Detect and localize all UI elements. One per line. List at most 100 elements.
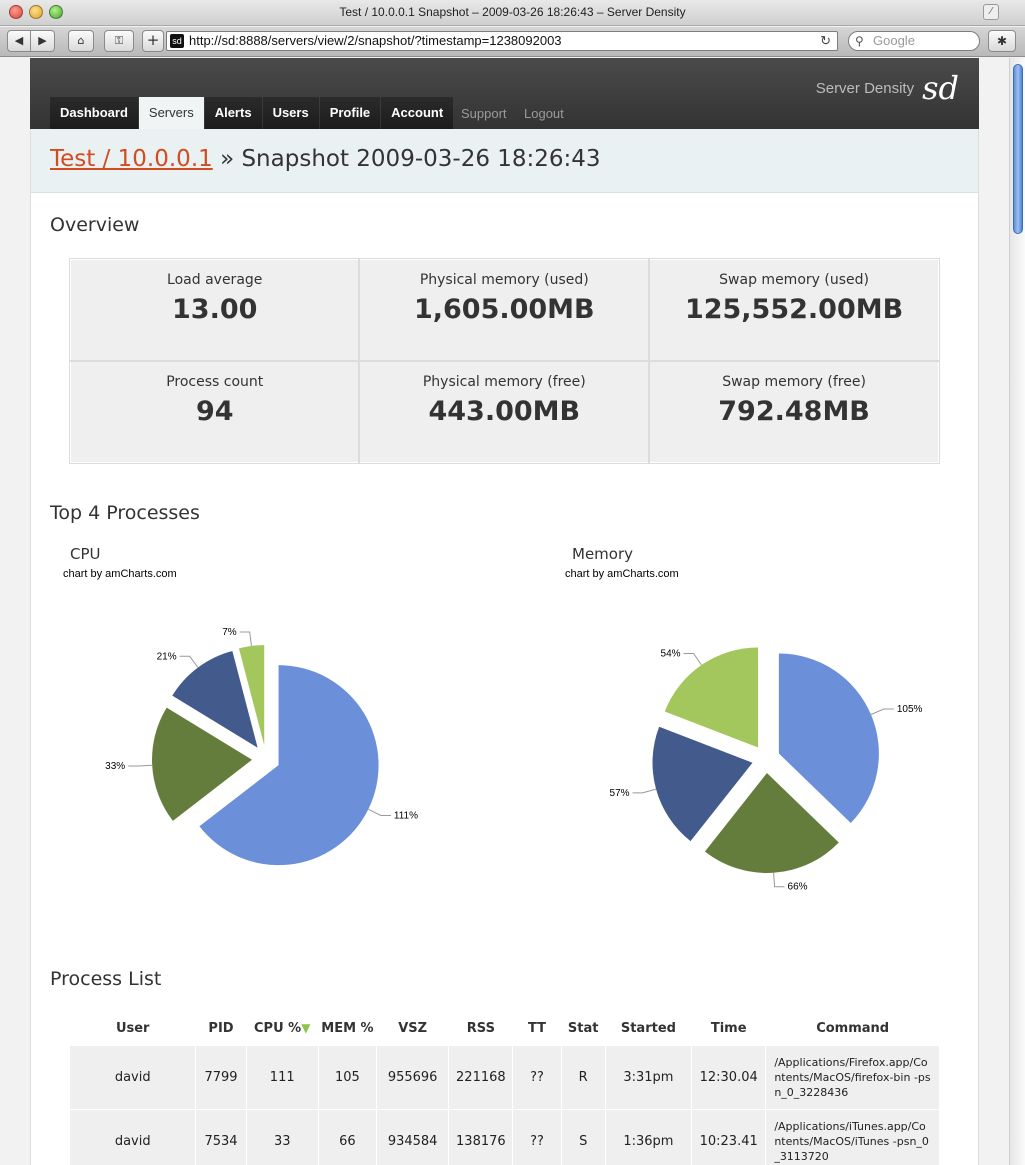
back-arrow-icon: ◀: [14, 34, 24, 47]
brand-name: Server Density: [815, 79, 915, 97]
browser-toolbar: ◀ ▶ ⌂ ⚿ + sd http://sd:8888/servers/view…: [0, 27, 1025, 57]
forward-button[interactable]: ▶: [31, 30, 55, 52]
cell-user: david: [68, 1108, 197, 1165]
page-title: Test / 10.0.0.1 » Snapshot 2009-03-26 18…: [50, 146, 601, 172]
cpu-chart-title: CPU: [70, 545, 101, 563]
scrollbar-thumb[interactable]: [1013, 64, 1023, 234]
metric-label: Swap memory (free): [722, 374, 866, 390]
table-row: david 7799 111 105 955696 221168 ?? R 3:…: [68, 1044, 940, 1110]
cpu-chart-credit-link[interactable]: chart by amCharts.com: [63, 568, 177, 580]
cpu-pie-label-3: 7%: [222, 627, 237, 638]
brand[interactable]: Server Density sd: [816, 72, 959, 104]
metric-label: Swap memory (used): [719, 272, 869, 288]
cell-time: 12:30.04: [691, 1044, 767, 1110]
cell-started: 3:31pm: [604, 1044, 693, 1110]
cell-vsz: 934584: [376, 1108, 450, 1165]
cell-pid: 7799: [195, 1044, 247, 1110]
search-input[interactable]: ⚲ Google: [848, 31, 980, 51]
process-list-heading: Process List: [50, 968, 162, 990]
column-header-stat[interactable]: Stat: [561, 1013, 605, 1045]
memory-chart-credit-link[interactable]: chart by amCharts.com: [565, 568, 679, 580]
cpu-pie-label-1: 33%: [105, 761, 125, 772]
process-table-header: User PID CPU %▼ MEM % VSZ RSS TT Stat St…: [70, 1013, 940, 1045]
page-viewport: Dashboard Servers Alerts Users Profile A…: [0, 58, 1009, 1165]
nav-servers[interactable]: Servers: [138, 97, 204, 129]
nav-profile[interactable]: Profile: [319, 97, 381, 129]
cell-mem: 105: [317, 1044, 378, 1110]
metric-value: 443.00MB: [428, 396, 581, 427]
metric-label: Process count: [166, 374, 264, 390]
cpu-pie-chart: 111% 33% 21% 7%: [105, 627, 418, 866]
home-button[interactable]: ⌂: [68, 30, 94, 52]
cell-rss: 221168: [448, 1044, 514, 1110]
memory-pie-label-2: 57%: [610, 788, 630, 799]
cell-pid: 7534: [195, 1108, 247, 1165]
bug-report-button[interactable]: ✱: [988, 30, 1016, 52]
column-header-command[interactable]: Command: [766, 1013, 940, 1045]
column-header-pid[interactable]: PID: [196, 1013, 246, 1045]
cell-tt: ??: [512, 1108, 562, 1165]
metric-label: Physical memory (used): [419, 272, 589, 288]
passwords-button[interactable]: ⚿: [104, 30, 134, 52]
home-icon: ⌂: [77, 34, 85, 47]
support-link[interactable]: Support: [461, 106, 507, 121]
metric-label: Load average: [167, 272, 263, 288]
brand-logo-icon: sd: [922, 69, 959, 107]
nav-alerts[interactable]: Alerts: [204, 97, 262, 129]
cell-user: david: [68, 1044, 197, 1110]
column-header-cpu-label: CPU %: [254, 1021, 302, 1037]
memory-pie-leader-line-0: [870, 708, 894, 715]
metric-swap-used: Swap memory (used) 125,552.00MB: [648, 258, 940, 362]
overview-grid: Load average 13.00 Physical memory (used…: [68, 258, 940, 464]
server-breadcrumb-link[interactable]: Test / 10.0.0.1: [50, 146, 213, 172]
nav-account[interactable]: Account: [381, 97, 454, 129]
column-header-time[interactable]: Time: [692, 1013, 766, 1045]
add-bookmark-button[interactable]: +: [142, 30, 164, 52]
vertical-scrollbar[interactable]: [1009, 58, 1025, 1165]
process-table: User PID CPU %▼ MEM % VSZ RSS TT Stat St…: [68, 1013, 940, 1165]
back-button[interactable]: ◀: [7, 30, 31, 52]
address-bar[interactable]: sd http://sd:8888/servers/view/2/snapsho…: [166, 31, 838, 51]
memory-pie-chart: 105% 66% 57% 54%: [610, 647, 923, 893]
memory-pie-slice-3[interactable]: [664, 647, 759, 748]
cell-stat: S: [560, 1108, 606, 1165]
column-header-user[interactable]: User: [70, 1013, 196, 1045]
cell-mem: 66: [317, 1108, 378, 1165]
column-header-tt[interactable]: TT: [513, 1013, 561, 1045]
nav-dashboard[interactable]: Dashboard: [50, 97, 138, 129]
metric-swap-free: Swap memory (free) 792.48MB: [648, 360, 940, 464]
memory-pie-leader-line-1: [773, 872, 785, 888]
address-url: http://sd:8888/servers/view/2/snapshot/?…: [189, 33, 562, 48]
logout-link[interactable]: Logout: [524, 106, 564, 121]
plus-icon: +: [146, 31, 160, 49]
site-favicon-icon: sd: [170, 34, 184, 48]
memory-pie-slice-0[interactable]: [778, 653, 879, 824]
key-icon: ⚿: [114, 34, 124, 47]
toolbar-toggle-button[interactable]: ⁄: [983, 4, 999, 20]
memory-pie-leader-line-3: [683, 652, 702, 666]
cpu-pie-leader-line-3: [239, 631, 252, 646]
reload-icon[interactable]: ↻: [820, 32, 831, 50]
cell-tt: ??: [512, 1044, 562, 1110]
cpu-pie-label-2: 21%: [157, 651, 177, 662]
forward-arrow-icon: ▶: [38, 34, 47, 47]
metric-physical-used: Physical memory (used) 1,605.00MB: [358, 258, 651, 362]
site-header: Dashboard Servers Alerts Users Profile A…: [30, 58, 979, 129]
column-header-mem[interactable]: MEM %: [318, 1013, 376, 1045]
column-header-cpu[interactable]: CPU %▼: [246, 1013, 318, 1045]
memory-pie-label-3: 54%: [661, 648, 681, 659]
nav-users[interactable]: Users: [262, 97, 319, 129]
column-header-rss[interactable]: RSS: [449, 1013, 513, 1045]
memory-pie-leader-line-2: [632, 788, 657, 794]
sort-descending-icon: ▼: [301, 1021, 311, 1036]
column-header-started[interactable]: Started: [605, 1013, 691, 1045]
memory-pie-label-1: 66%: [788, 882, 808, 893]
cpu-pie-leader-line-0: [368, 808, 391, 816]
window-title: Test / 10.0.0.1 Snapshot – 2009-03-26 18…: [339, 5, 686, 19]
column-header-vsz[interactable]: VSZ: [377, 1013, 449, 1045]
cell-started: 1:36pm: [604, 1108, 693, 1165]
cpu-pie-leader-line-1: [128, 764, 153, 767]
cell-cpu: 111: [245, 1044, 319, 1110]
cpu-pie-leader-line-2: [179, 655, 199, 668]
bug-icon: ✱: [996, 34, 1008, 48]
